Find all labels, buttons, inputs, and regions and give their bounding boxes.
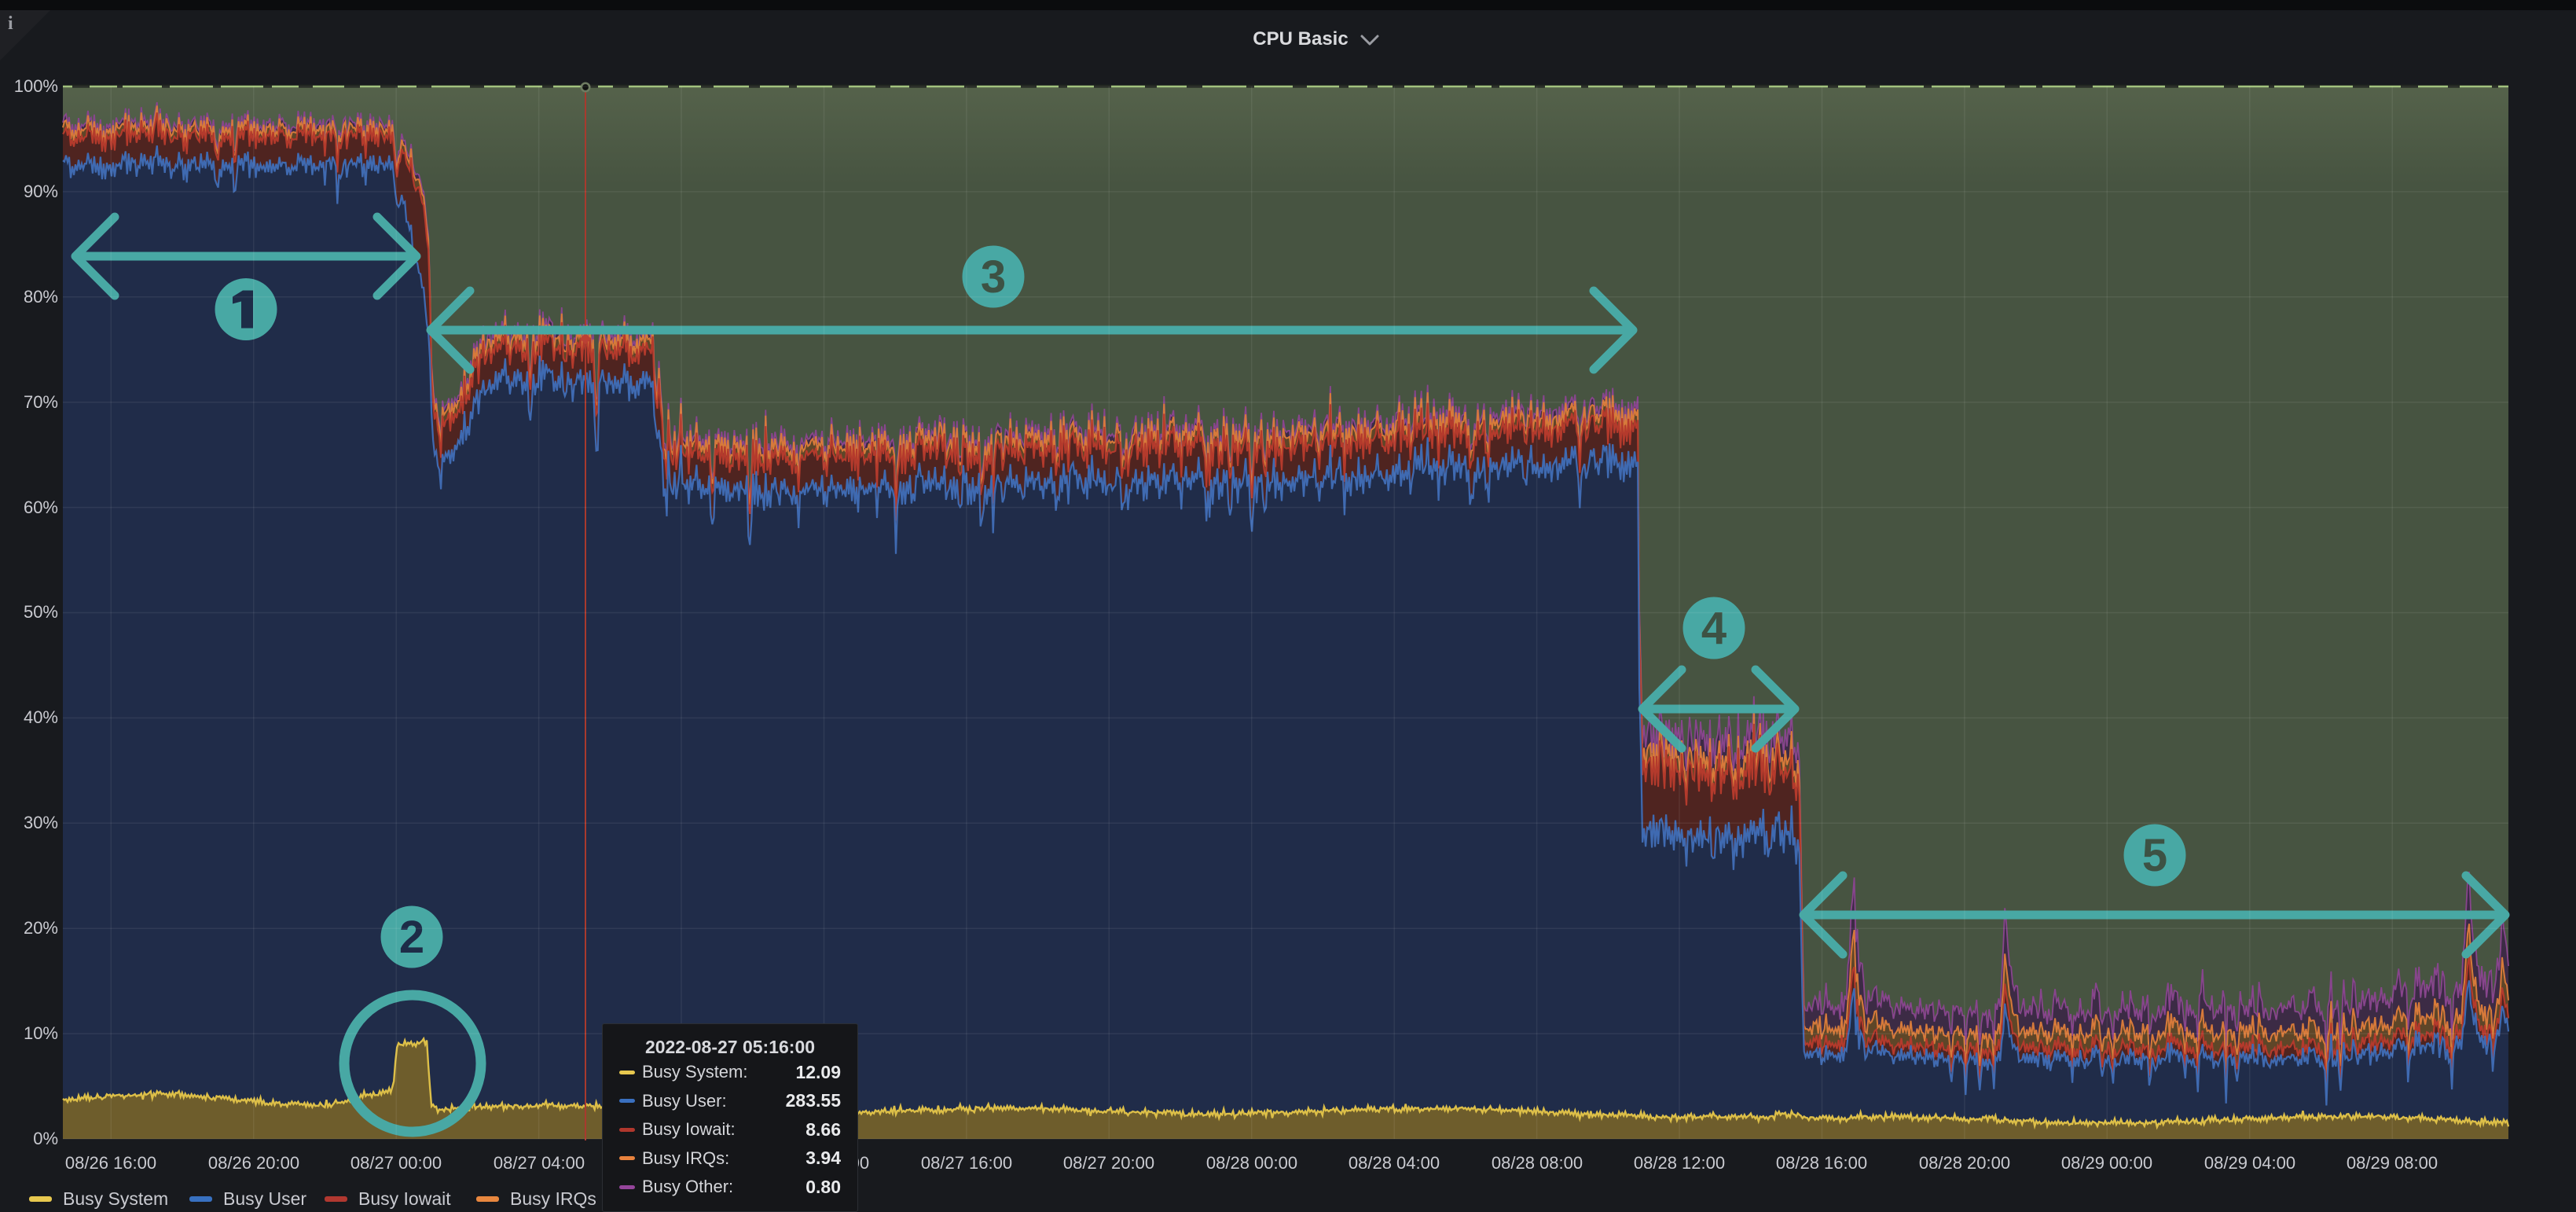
- svg-text:3: 3: [981, 252, 1006, 303]
- svg-text:4: 4: [1701, 603, 1727, 654]
- svg-text:2: 2: [399, 912, 424, 963]
- svg-text:5: 5: [2142, 830, 2167, 881]
